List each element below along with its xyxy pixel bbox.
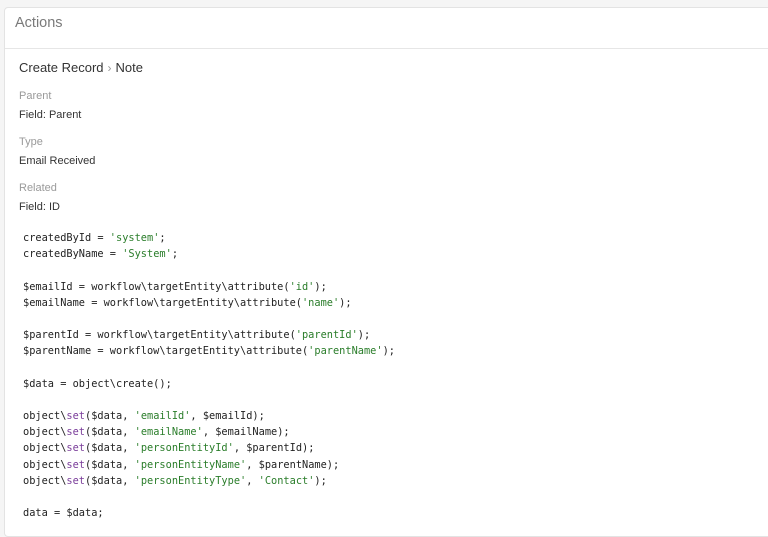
code-line: object\set($data, 'personEntityType', 'C…: [23, 473, 395, 489]
field-label-related: Related: [19, 182, 57, 194]
field-value-related: Field: ID: [19, 201, 60, 213]
code-token: data = $data;: [23, 507, 104, 520]
code-token: 'personEntityId': [134, 442, 234, 455]
breadcrumb-entity: Note: [115, 60, 144, 75]
code-token: ($data,: [85, 410, 135, 423]
code-token: 'parentId': [295, 329, 358, 342]
code-token: 'system': [109, 232, 160, 244]
code-line: object\set($data, 'personEntityName', $p…: [23, 457, 395, 473]
actions-panel: Actions Create Record › Note Parent Field:…: [4, 7, 768, 537]
code-token: , $parentId);: [233, 442, 315, 455]
code-token: object\: [23, 410, 67, 423]
code-token: $data = object\create();: [23, 377, 172, 390]
code-token: set: [66, 442, 86, 455]
code-token: 'personEntityName': [134, 458, 247, 471]
field-label-parent: Parent: [19, 90, 52, 102]
code-token: object\: [23, 442, 67, 455]
code-token: ;: [171, 248, 179, 261]
code-token: );: [339, 296, 352, 309]
code-token: $emailName = workflow\targetEntity\attri…: [23, 296, 302, 309]
code-line: data = $data;: [23, 505, 395, 521]
code-token: set: [66, 426, 86, 439]
code-token: object\: [23, 474, 67, 487]
code-token: , $parentName);: [246, 458, 340, 471]
code-token: ,: [246, 474, 259, 487]
code-token: set: [66, 474, 86, 487]
code-token: object\: [23, 458, 67, 471]
code-token: 'id': [289, 280, 315, 293]
code-line: createdByName = 'System';: [23, 246, 395, 262]
code-token: 'Contact': [258, 474, 315, 487]
code-token: 'emailId': [134, 410, 191, 423]
code-line: $emailName = workflow\targetEntity\attri…: [23, 295, 395, 311]
code-token: createdById =: [23, 232, 110, 244]
code-token: 'personEntityType': [134, 474, 247, 487]
code-token: );: [314, 474, 327, 487]
code-token: );: [357, 329, 371, 342]
code-token: ($data,: [85, 442, 135, 455]
code-token: ($data,: [85, 474, 135, 487]
code-token: 'emailName': [134, 426, 203, 439]
panel-title: Actions: [15, 15, 63, 31]
field-label-type: Type: [19, 136, 43, 148]
code-token: );: [314, 280, 327, 293]
code-token: , $emailName);: [202, 426, 290, 439]
field-value-parent: Field: Parent: [19, 109, 82, 121]
code-token: 'parentName': [308, 345, 383, 358]
breadcrumb-separator-icon: ›: [107, 61, 112, 75]
code-line: object\set($data, 'emailId', $emailId);: [23, 408, 395, 424]
code-token: $emailId = workflow\targetEntity\attribu…: [23, 280, 290, 293]
code-token: 'name': [301, 296, 340, 309]
code-line: $parentId = workflow\targetEntity\attrib…: [23, 327, 395, 343]
code-line: createdById = 'system';: [23, 230, 395, 246]
code-token: $parentId = workflow\targetEntity\attrib…: [23, 329, 296, 342]
field-value-type: Email Received: [19, 155, 96, 167]
code-line: $data = object\create();: [23, 376, 395, 392]
breadcrumb-action: Create Record: [19, 60, 104, 75]
code-token: , $emailId);: [190, 410, 265, 423]
code-line: $parentName = workflow\targetEntity\attr…: [23, 343, 395, 359]
code-token: ;: [159, 232, 166, 244]
action-breadcrumb: Create Record › Note: [19, 60, 143, 75]
code-token: createdByName =: [23, 248, 123, 261]
code-line: object\set($data, 'personEntityId', $par…: [23, 440, 395, 456]
code-token: 'System': [122, 248, 172, 261]
code-line: $emailId = workflow\targetEntity\attribu…: [23, 279, 395, 295]
code-token: set: [66, 458, 86, 471]
code-line: object\set($data, 'emailName', $emailNam…: [23, 424, 395, 440]
code-token: $parentName = workflow\targetEntity\attr…: [23, 345, 309, 358]
formula-code-block: createdById = 'system'; createdByName = '…: [23, 230, 395, 521]
code-token: set: [66, 410, 86, 423]
code-token: object\: [23, 426, 67, 439]
code-token: ($data,: [85, 426, 135, 439]
panel-header: Actions: [5, 8, 768, 49]
code-token: );: [382, 345, 395, 358]
code-token: ($data,: [85, 458, 135, 471]
